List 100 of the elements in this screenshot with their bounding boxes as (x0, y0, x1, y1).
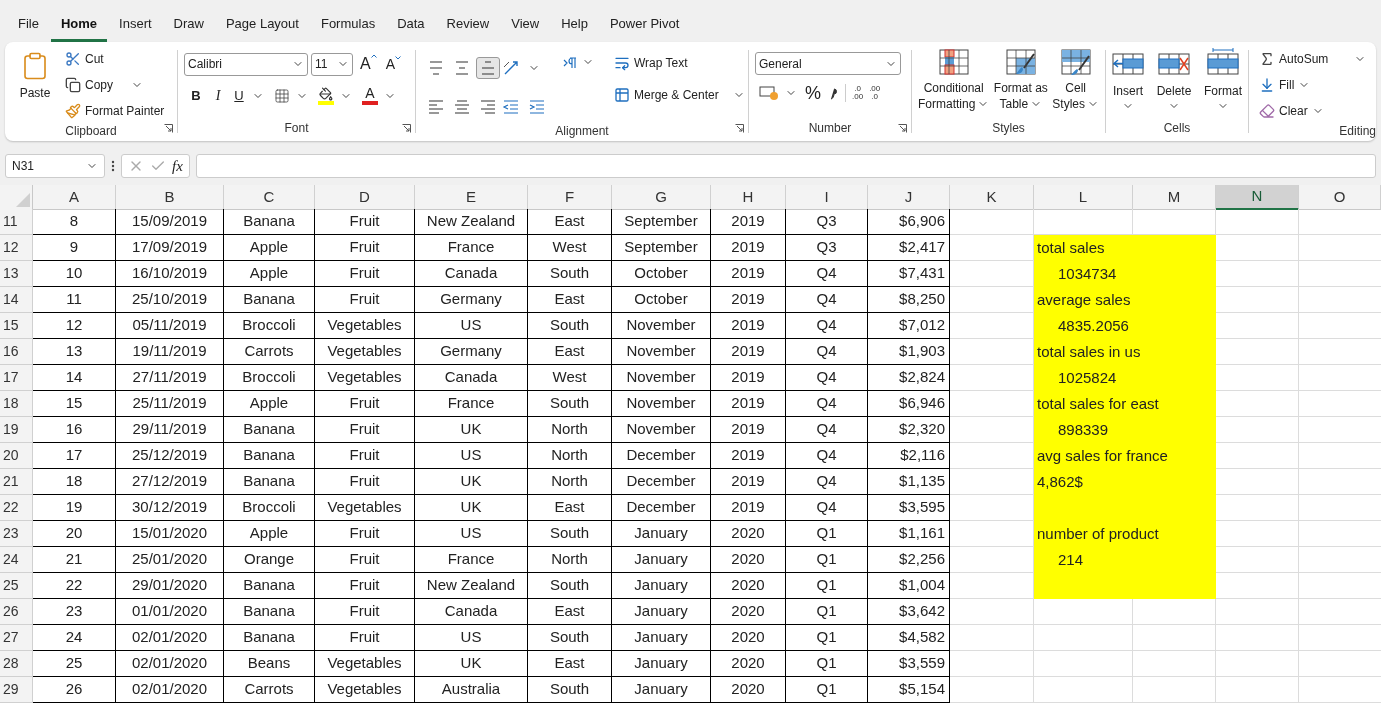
decrease-indent-icon[interactable] (502, 98, 520, 115)
percent-button[interactable]: % (803, 84, 823, 102)
column-header[interactable]: E (415, 185, 528, 210)
table-cell: France (415, 235, 528, 261)
row-header[interactable]: 23 (0, 521, 33, 547)
menu-tab[interactable]: Data (387, 13, 435, 42)
font-name-field[interactable]: Calibri (184, 52, 308, 76)
table-cell: Fruit (315, 521, 415, 547)
autosum-button[interactable]: AutoSum (1259, 48, 1329, 70)
row-header[interactable]: 26 (0, 599, 33, 625)
table-cell: 2019 (711, 365, 786, 391)
font-size-field[interactable]: 11 (311, 52, 353, 76)
comma-style-icon[interactable] (829, 85, 839, 101)
column-header[interactable]: G (612, 185, 711, 210)
number-format-field[interactable]: General (755, 52, 901, 75)
dialog-launcher-icon[interactable] (164, 124, 173, 133)
italic-button[interactable]: I (210, 85, 226, 106)
wrap-text-button[interactable]: Wrap Text (614, 52, 745, 74)
bottom-align-icon[interactable] (476, 56, 500, 79)
row-header[interactable]: 25 (0, 573, 33, 599)
row-header[interactable]: 24 (0, 547, 33, 573)
table-cell: 12 (33, 313, 116, 339)
row-header[interactable]: 14 (0, 287, 33, 313)
column-header[interactable]: I (786, 185, 868, 210)
column-header[interactable]: C (224, 185, 315, 210)
row-header[interactable]: 19 (0, 417, 33, 443)
column-header[interactable]: H (711, 185, 786, 210)
table-cell: $1,903 (868, 339, 950, 365)
menu-tab[interactable]: Formulas (310, 13, 386, 42)
menu-tab[interactable]: View (501, 13, 550, 42)
row-header[interactable]: 16 (0, 339, 33, 365)
row-header[interactable]: 17 (0, 365, 33, 391)
menu-tab[interactable]: Power Pivot (599, 13, 690, 42)
column-header[interactable]: B (116, 185, 224, 210)
eraser-icon (1259, 103, 1275, 119)
text-direction-icon[interactable] (562, 56, 578, 70)
column-header[interactable]: O (1299, 185, 1381, 210)
cells-button[interactable]: Format (1201, 48, 1244, 112)
select-all-icon[interactable] (16, 192, 30, 207)
row-header[interactable]: 21 (0, 469, 33, 495)
table-cell: Vegetables (315, 651, 415, 677)
paste-button[interactable]: Paste (11, 48, 59, 122)
row-header[interactable]: 22 (0, 495, 33, 521)
column-header[interactable]: D (315, 185, 415, 210)
menu-tab[interactable]: Review (436, 13, 500, 42)
table-cell: UK (415, 651, 528, 677)
merge-center-button[interactable]: Merge & Center (614, 84, 719, 106)
menu-tab[interactable]: Page Layout (215, 13, 309, 42)
row-header[interactable]: 12 (0, 235, 33, 261)
menu-tab[interactable]: Draw (163, 13, 214, 42)
row-header[interactable]: 11 (0, 209, 33, 235)
menu-tab[interactable]: Help (551, 13, 598, 42)
dialog-launcher-icon[interactable] (402, 124, 411, 133)
cells-button[interactable]: Delete (1154, 48, 1194, 112)
formula-field[interactable] (195, 154, 1376, 178)
row-header[interactable]: 13 (0, 261, 33, 287)
format-painter-button[interactable]: Format Painter (65, 100, 165, 122)
column-header[interactable]: J (868, 185, 950, 210)
cut-button[interactable]: Cut (65, 48, 165, 70)
row-header[interactable]: 15 (0, 313, 33, 339)
insert-function-button[interactable]: fx (172, 154, 183, 178)
row-header[interactable]: 27 (0, 625, 33, 651)
underline-button[interactable]: U (232, 85, 246, 106)
increase-decimal-button[interactable]: .0 .00 (852, 85, 864, 101)
dialog-launcher-icon[interactable] (898, 124, 907, 133)
borders-icon[interactable] (274, 87, 290, 104)
column-header[interactable]: A (33, 185, 116, 210)
decrease-decimal-button[interactable]: .00 .0 (869, 85, 881, 101)
style-button[interactable]: Format as Table (991, 48, 1050, 112)
style-button[interactable]: Cell Styles (1050, 48, 1101, 112)
menu-tab[interactable]: Insert (109, 13, 162, 42)
table-cell: January (612, 625, 711, 651)
grow-font-button[interactable]: A (356, 52, 381, 76)
more-icon[interactable] (111, 159, 115, 173)
column-header[interactable]: K (950, 185, 1034, 210)
table-cell: Fruit (315, 209, 415, 235)
row-header[interactable]: 28 (0, 651, 33, 677)
table-cell: Q4 (786, 287, 868, 313)
copy-button[interactable]: Copy (65, 74, 113, 96)
row-header[interactable]: 20 (0, 443, 33, 469)
clear-button[interactable]: Clear (1259, 100, 1376, 122)
table-cell: 21 (33, 547, 116, 573)
name-box[interactable]: N31 (5, 154, 105, 178)
cells-button[interactable]: Insert (1110, 48, 1146, 112)
row-header[interactable]: 18 (0, 391, 33, 417)
font-color-button[interactable]: A (362, 86, 378, 105)
currency-icon[interactable] (759, 85, 779, 101)
style-button[interactable]: Conditional Formatting (916, 48, 992, 112)
shrink-font-button[interactable]: A (383, 53, 403, 75)
table-cell: January (612, 677, 711, 703)
row-header[interactable]: 29 (0, 677, 33, 703)
bold-button[interactable]: B (188, 85, 204, 106)
column-header[interactable]: N (1216, 185, 1299, 210)
column-header[interactable]: L (1034, 185, 1133, 210)
column-header[interactable]: F (528, 185, 612, 210)
fill-button[interactable]: Fill (1259, 74, 1376, 96)
increase-indent-icon[interactable] (528, 98, 546, 115)
dialog-launcher-icon[interactable] (735, 124, 744, 133)
menu-tab[interactable]: File (8, 13, 49, 42)
fill-color-icon[interactable] (318, 86, 334, 105)
